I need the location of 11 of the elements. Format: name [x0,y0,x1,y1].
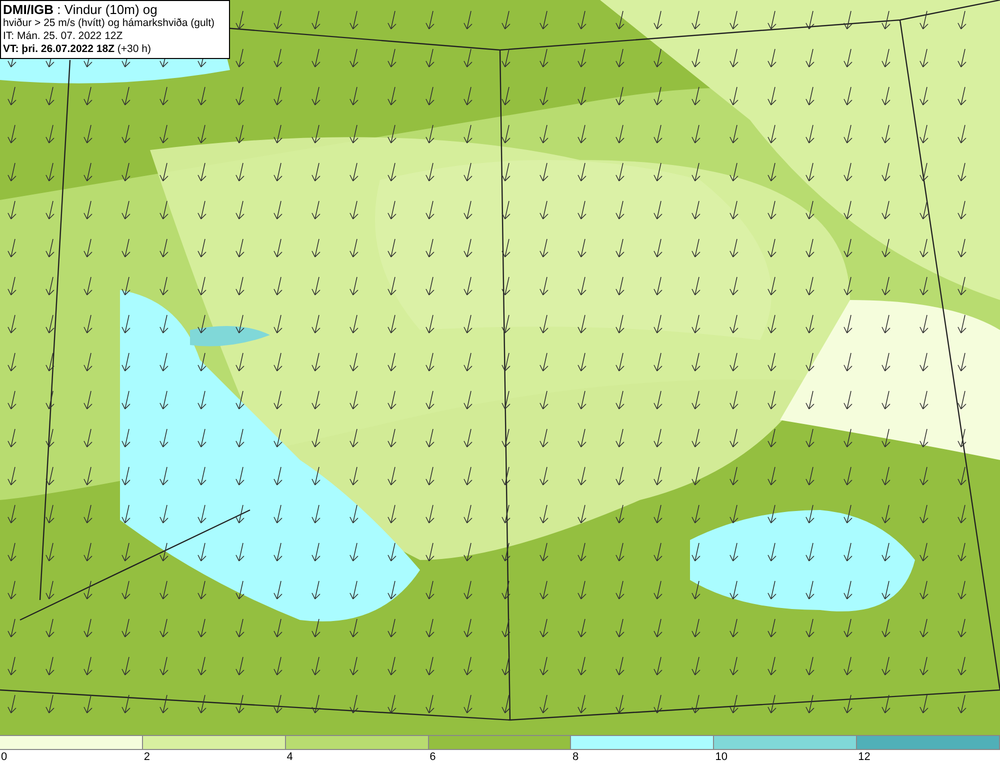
legend-tick-label: 4 [286,751,293,763]
title-line: hviður > 25 m/s (hvítt) og hámarkshviða (gult) [3,17,216,30]
legend-tick-label: 0 [1,751,8,763]
legend-tick-label: 10 [715,751,728,763]
legend-tick-label: 12 [858,751,870,763]
legend-tick-label: 2 [144,751,150,763]
title-line: DMI/IGB : Vindur (10m) og [3,2,158,17]
title-line: IT: Mán. 25. 07. 2022 12Z [3,30,124,43]
legend-tick-label: 6 [430,751,436,763]
title-line: VT: þri. 26.07.2022 18Z (+30 h) [3,43,152,56]
legend-tick-label: 8 [572,751,579,763]
